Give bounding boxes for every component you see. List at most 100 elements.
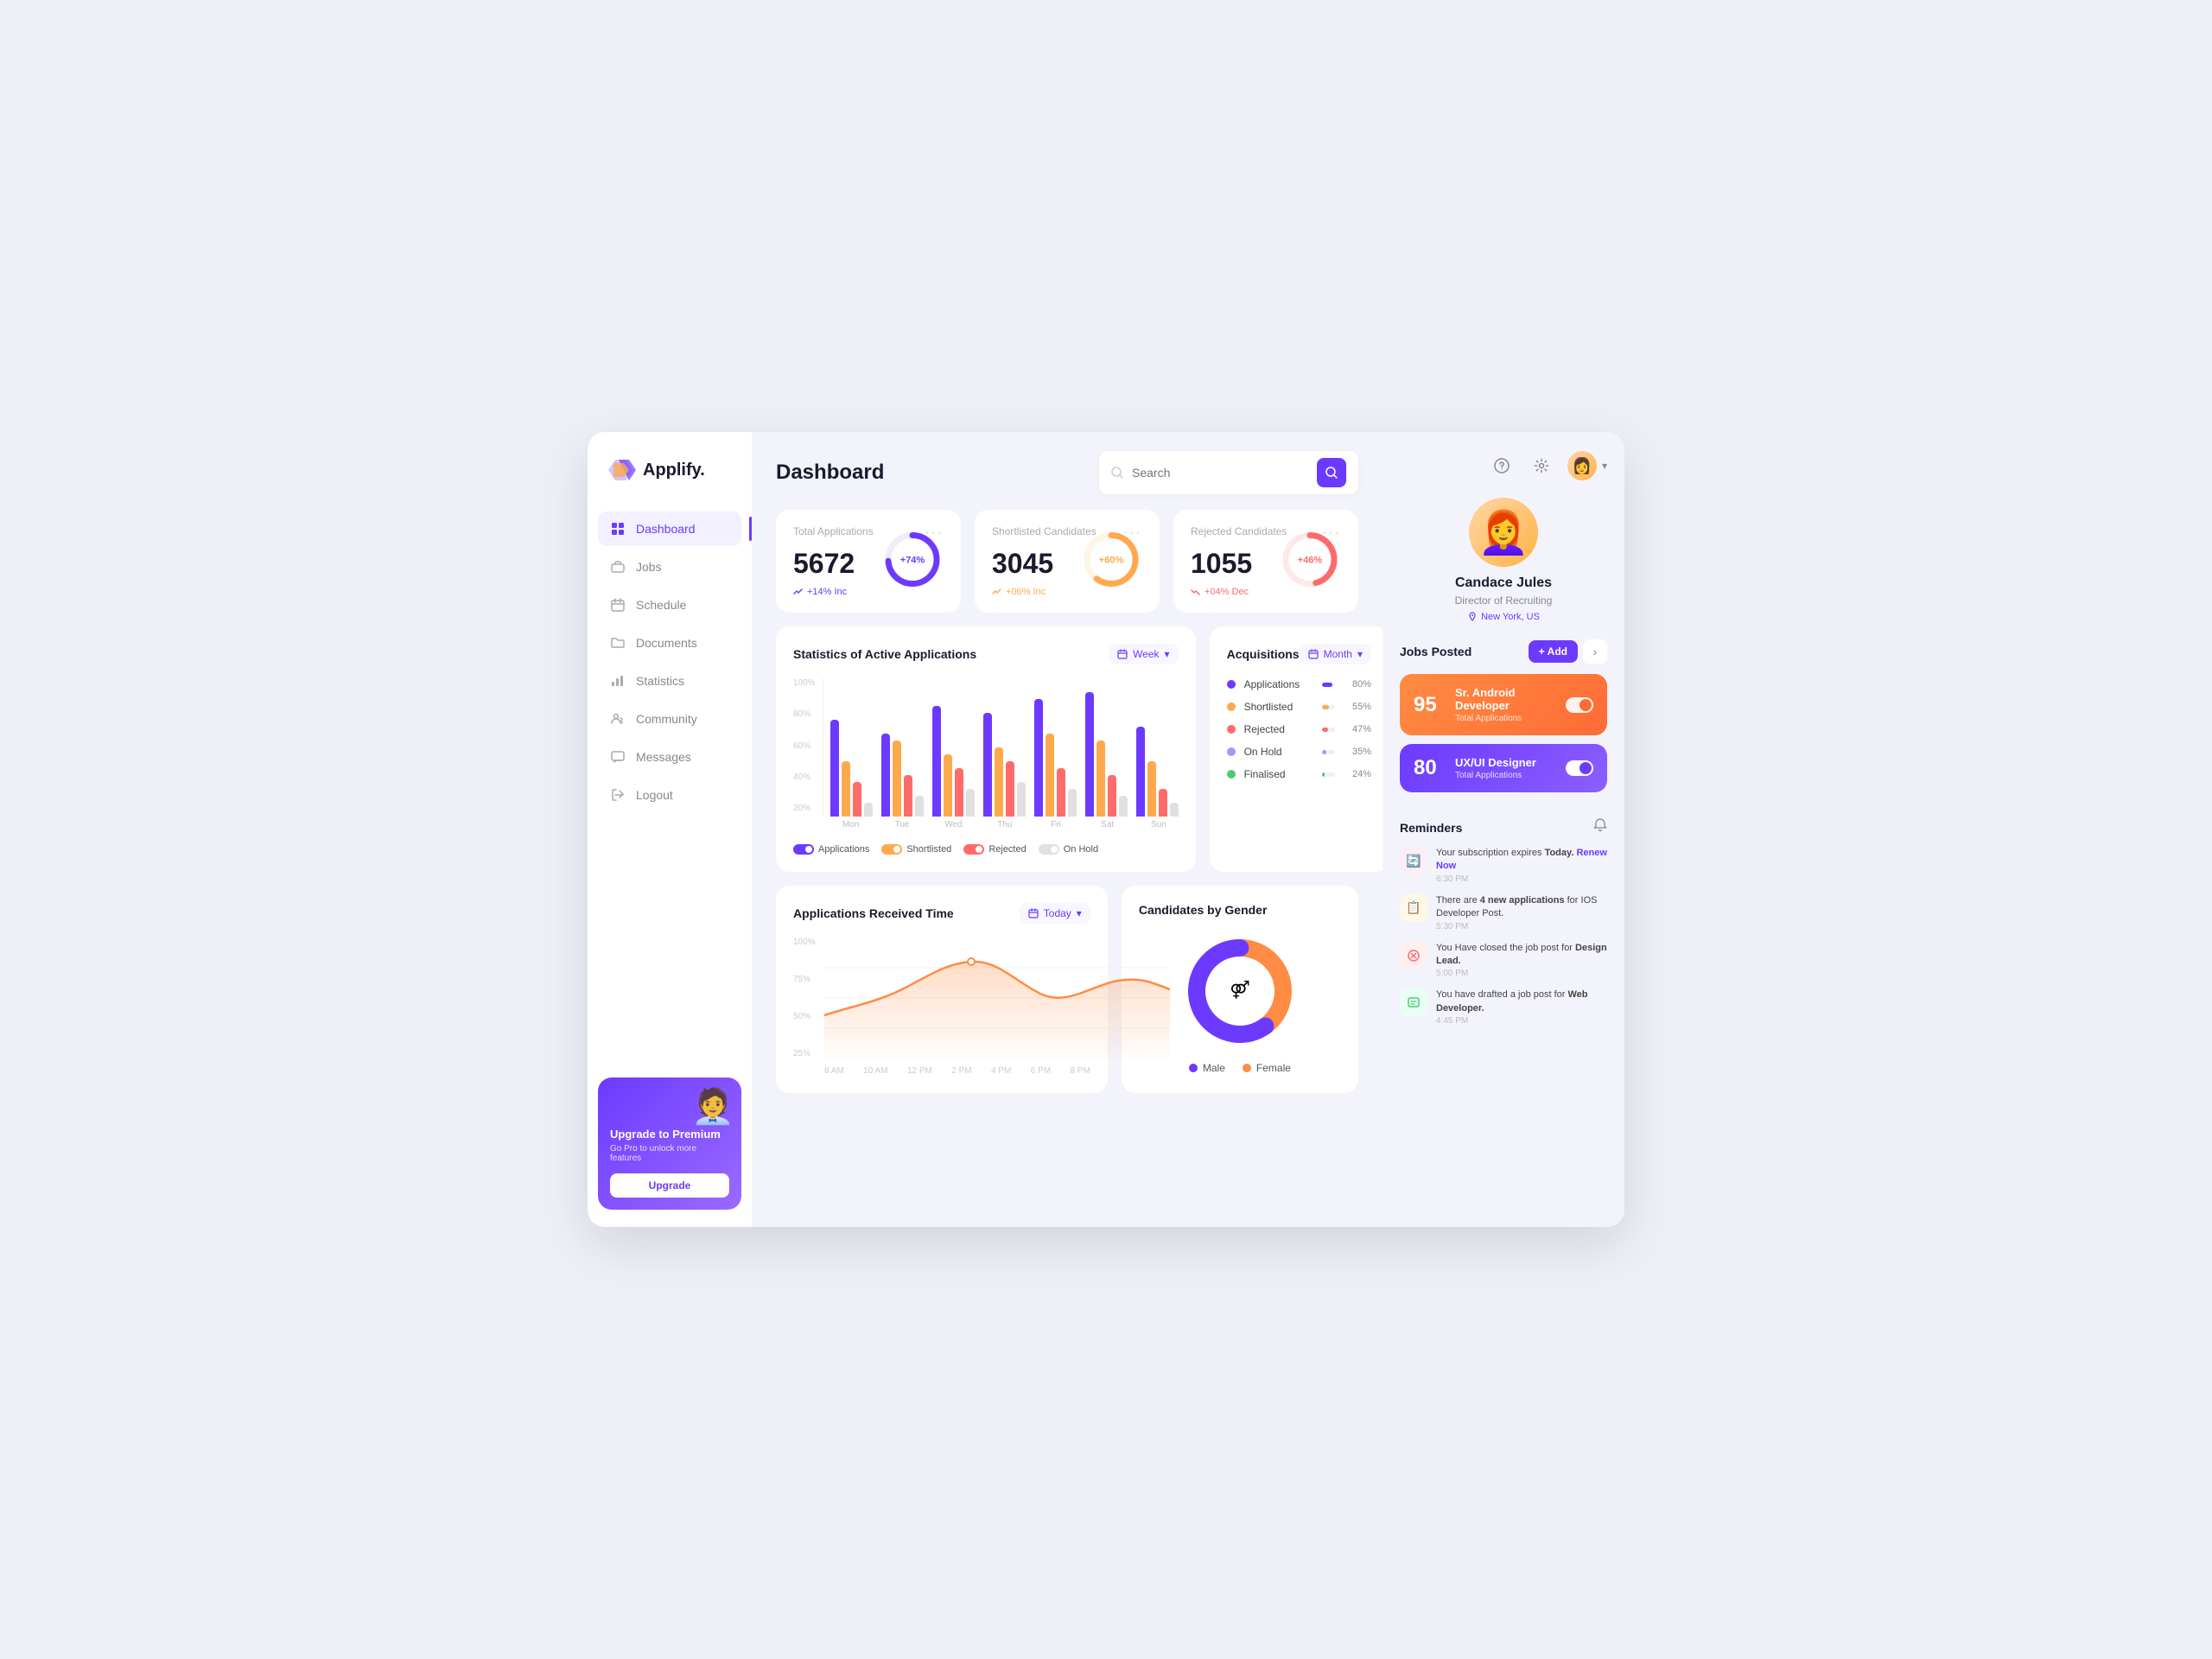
sidebar-item-jobs[interactable]: Jobs [598,550,741,584]
reminder-item: You have drafted a job post for Web Deve… [1400,988,1607,1026]
bell-button[interactable] [1593,818,1607,836]
female-dot [1243,1064,1251,1072]
upgrade-subtitle: Go Pro to unlock more features [610,1144,729,1163]
line-chart-card: Applications Received Time Today ▾ [776,886,1108,1093]
stat-ring-2: +60% [1080,528,1142,594]
user-avatar-group[interactable]: 👩 ▾ [1567,451,1607,480]
sidebar-item-label: Documents [636,636,697,650]
svg-text:+74%: +74% [900,555,925,565]
chart-icon [610,673,626,689]
dashboard-grid: Total Applications ··· 5672 +14% Inc [752,510,1382,1227]
sidebar-item-dashboard[interactable]: Dashboard [598,512,741,546]
topbar: Dashboard [752,432,1382,510]
stat-cards-row: Total Applications ··· 5672 +14% Inc [776,510,1358,613]
reminder-icon-1: 🔄 [1400,847,1427,874]
bar-chart: 100% 80% 60% 40% 20% [793,678,1179,834]
add-job-button[interactable]: + Add [1529,640,1578,663]
rejected-toggle[interactable] [963,844,984,855]
stat-label: Total Applications [793,525,874,537]
donut-legend: Male Female [1189,1062,1291,1074]
reminder-icon-2: 📋 [1400,894,1427,922]
upgrade-illustration: 🧑‍💼 [691,1086,734,1127]
stat-ring-1: +74% [881,528,944,594]
acquisitions-list: Applications 80% Shortlisted 55% [1227,678,1371,780]
upgrade-banner: 🧑‍💼 Upgrade to Premium Go Pro to unlock … [598,1077,741,1210]
logout-icon [610,787,626,803]
briefcase-icon [610,559,626,575]
month-period-btn[interactable]: Month ▾ [1300,644,1371,664]
reminder-item: 🔄 Your subscription expires Today. Renew… [1400,847,1607,884]
bottom-charts-row: Applications Received Time Today ▾ [776,886,1358,1093]
stat-card-rejected: Rejected Candidates ··· 1055 +04% Dec [1173,510,1358,613]
donut-chart-title: Candidates by Gender [1139,903,1268,917]
bar-chart-card: Statistics of Active Applications Week ▾ [776,626,1196,872]
sidebar: Applify. Dashboard [588,432,752,1227]
profile-name: Candace Jules [1400,575,1607,591]
acq-item: On Hold 35% [1227,746,1371,758]
today-period-btn[interactable]: Today ▾ [1020,903,1090,924]
week-period-btn[interactable]: Week ▾ [1109,644,1179,664]
folder-icon [610,635,626,651]
bar-chart-title: Statistics of Active Applications [793,647,976,661]
chevron-down-icon: ▾ [1602,460,1607,472]
sidebar-item-schedule[interactable]: Schedule [598,588,741,622]
calendar-acq-icon [1308,649,1319,659]
sidebar-item-label: Community [636,712,697,726]
sidebar-item-community[interactable]: Community [598,702,741,736]
applications-toggle[interactable] [793,844,814,855]
calendar-line-icon [1028,908,1039,918]
sidebar-item-statistics[interactable]: Statistics [598,664,741,698]
charts-row: Statistics of Active Applications Week ▾ [776,626,1358,872]
sidebar-item-label: Dashboard [636,522,696,536]
svg-text:+60%: +60% [1099,555,1124,565]
sidebar-item-label: Logout [636,788,673,802]
sidebar-item-label: Jobs [636,560,662,574]
male-dot [1189,1064,1198,1072]
upgrade-title: Upgrade to Premium [610,1128,729,1141]
trending-up-icon [793,587,804,597]
logo: Applify. [588,456,752,512]
people-icon [610,711,626,727]
reminders-title: Reminders [1400,821,1462,835]
upgrade-button[interactable]: Upgrade [610,1173,729,1198]
trending-down-icon [1191,587,1201,597]
main-content: Dashboard [752,432,1382,1227]
grid-icon [610,521,626,537]
onhold-toggle[interactable] [1039,844,1059,855]
svg-text:⚤: ⚤ [1230,980,1250,1000]
profile-location: New York, US [1400,612,1607,622]
sidebar-item-messages[interactable]: Messages [598,740,741,774]
acq-item: Finalised 24% [1227,768,1371,780]
nav-items: Dashboard Jobs [588,512,752,1064]
settings-button[interactable] [1528,452,1555,480]
acquisitions-title: Acquisitions [1227,647,1300,661]
search-input[interactable] [1132,466,1308,480]
acquisitions-card: Acquisitions Month ▾ [1210,626,1382,872]
svg-text:+46%: +46% [1298,555,1323,565]
sidebar-item-logout[interactable]: Logout [598,778,741,812]
shortlisted-toggle[interactable] [881,844,902,855]
right-panel: 👩 ▾ 👩‍🦰 Candace Jules Director of Recrui… [1382,432,1624,1227]
help-button[interactable] [1488,452,1516,480]
stat-card-shortlisted: Shortlisted Candidates ··· 3045 +06% Inc [975,510,1160,613]
donut-chart-svg: ⚤ [1179,931,1300,1052]
jobs-posted-title: Jobs Posted [1400,645,1471,658]
sidebar-item-label: Messages [636,750,691,764]
app-name: Applify. [643,461,705,480]
profile-avatar: 👩‍🦰 [1469,498,1538,567]
jobs-next-btn[interactable]: › [1583,639,1607,664]
bar-chart-legend: Applications Shortlisted Rejected O [793,844,1179,855]
sidebar-item-documents[interactable]: Documents [598,626,741,660]
search-icon-inner [1111,467,1123,479]
reminder-icon-3 [1400,942,1427,969]
stat-card-total: Total Applications ··· 5672 +14% Inc [776,510,961,613]
search-button[interactable] [1317,458,1346,487]
logo-icon [608,456,636,484]
search-bar [1099,451,1358,494]
trending-up-icon [992,587,1002,597]
acq-item: Applications 80% [1227,678,1371,690]
job-toggle-android[interactable] [1566,697,1593,713]
line-chart-svg [824,938,1170,1058]
reminders-section: Reminders 🔄 Your subscription expires To… [1400,818,1607,1036]
job-toggle-uxui[interactable] [1566,760,1593,776]
